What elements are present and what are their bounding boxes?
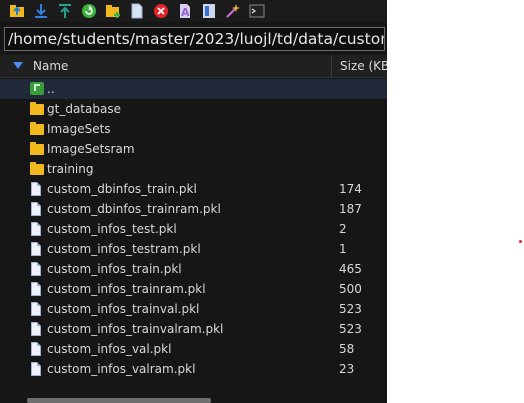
folder-row[interactable]: ImageSetsram xyxy=(0,139,387,159)
file-row[interactable]: custom_infos_train.pkl 465 xyxy=(0,259,387,279)
folder-up-icon[interactable] xyxy=(8,2,26,20)
folder-icon xyxy=(30,142,44,156)
file-name: training xyxy=(47,162,94,176)
properties-icon[interactable] xyxy=(200,2,218,20)
path-input[interactable]: /home/students/master/2023/luojl/td/data… xyxy=(4,27,385,51)
file-icon xyxy=(30,182,44,196)
folder-icon xyxy=(30,122,44,136)
parent-directory-row[interactable]: .. xyxy=(0,79,387,99)
file-name: custom_dbinfos_train.pkl xyxy=(47,182,197,196)
file-size: 523 xyxy=(339,322,362,336)
file-name: gt_database xyxy=(47,102,121,116)
file-icon xyxy=(30,202,44,216)
file-name: custom_infos_test.pkl xyxy=(47,222,177,236)
rename-icon[interactable]: A xyxy=(176,2,194,20)
file-size: 58 xyxy=(339,342,355,356)
scrollbar-thumb[interactable] xyxy=(27,398,211,403)
file-row[interactable]: custom_infos_val.pkl 58 xyxy=(0,339,387,359)
file-size: 174 xyxy=(339,182,362,196)
file-name: custom_infos_valram.pkl xyxy=(47,362,196,376)
file-name: custom_infos_trainram.pkl xyxy=(47,282,206,296)
name-column-label: Name xyxy=(33,59,69,73)
file-size: 500 xyxy=(339,282,362,296)
file-icon xyxy=(30,362,44,376)
folder-icon xyxy=(30,102,44,116)
sort-descending-icon xyxy=(13,62,23,69)
file-row[interactable]: custom_infos_testram.pkl 1 xyxy=(0,239,387,259)
file-size: 2 xyxy=(339,222,347,236)
file-size: 523 xyxy=(339,302,362,316)
file-name: .. xyxy=(47,82,55,96)
parent-folder-icon xyxy=(30,82,44,96)
file-row[interactable]: custom_infos_trainval.pkl 523 xyxy=(0,299,387,319)
magic-wand-icon[interactable] xyxy=(224,2,242,20)
file-row[interactable]: custom_infos_valram.pkl 23 xyxy=(0,359,387,379)
file-name: ImageSetsram xyxy=(47,142,135,156)
file-row[interactable]: custom_infos_trainvalram.pkl 523 xyxy=(0,319,387,339)
delete-icon[interactable] xyxy=(152,2,170,20)
file-row[interactable]: custom_infos_trainram.pkl 500 xyxy=(0,279,387,299)
file-icon xyxy=(30,322,44,336)
folder-row[interactable]: ImageSets xyxy=(0,119,387,139)
svg-text:A: A xyxy=(181,6,190,19)
folder-row[interactable]: gt_database xyxy=(0,99,387,119)
file-icon xyxy=(30,342,44,356)
new-folder-icon[interactable] xyxy=(104,2,122,20)
upload-icon[interactable] xyxy=(56,2,74,20)
file-icon xyxy=(30,262,44,276)
file-icon xyxy=(30,302,44,316)
new-file-icon[interactable] xyxy=(128,2,146,20)
column-header: Name Size (KB xyxy=(0,55,387,78)
refresh-icon[interactable] xyxy=(80,2,98,20)
red-dot-marker xyxy=(519,240,522,243)
file-row[interactable]: custom_dbinfos_trainram.pkl 187 xyxy=(0,199,387,219)
file-name: custom_dbinfos_trainram.pkl xyxy=(47,202,221,216)
size-column-header[interactable]: Size (KB xyxy=(340,55,387,77)
file-name: custom_infos_trainval.pkl xyxy=(47,302,200,316)
file-row[interactable]: custom_dbinfos_train.pkl 174 xyxy=(0,179,387,199)
file-icon xyxy=(30,242,44,256)
file-name: custom_infos_testram.pkl xyxy=(47,242,201,256)
file-size: 1 xyxy=(339,242,347,256)
file-name: custom_infos_train.pkl xyxy=(47,262,182,276)
name-column-header[interactable]: Name xyxy=(0,55,332,77)
file-browser-panel: A /home/students/master/2023/luojl/td/da… xyxy=(0,0,387,403)
file-size: 23 xyxy=(339,362,355,376)
file-name: ImageSets xyxy=(47,122,111,136)
file-name: custom_infos_val.pkl xyxy=(47,342,172,356)
file-size: 465 xyxy=(339,262,362,276)
file-size: 187 xyxy=(339,202,362,216)
file-row[interactable]: custom_infos_test.pkl 2 xyxy=(0,219,387,239)
file-icon xyxy=(30,222,44,236)
file-name: custom_infos_trainvalram.pkl xyxy=(47,322,224,336)
folder-row[interactable]: training xyxy=(0,159,387,179)
toolbar: A xyxy=(0,0,387,22)
terminal-icon[interactable] xyxy=(248,2,266,20)
folder-icon xyxy=(30,162,44,176)
download-icon[interactable] xyxy=(32,2,50,20)
file-icon xyxy=(30,282,44,296)
